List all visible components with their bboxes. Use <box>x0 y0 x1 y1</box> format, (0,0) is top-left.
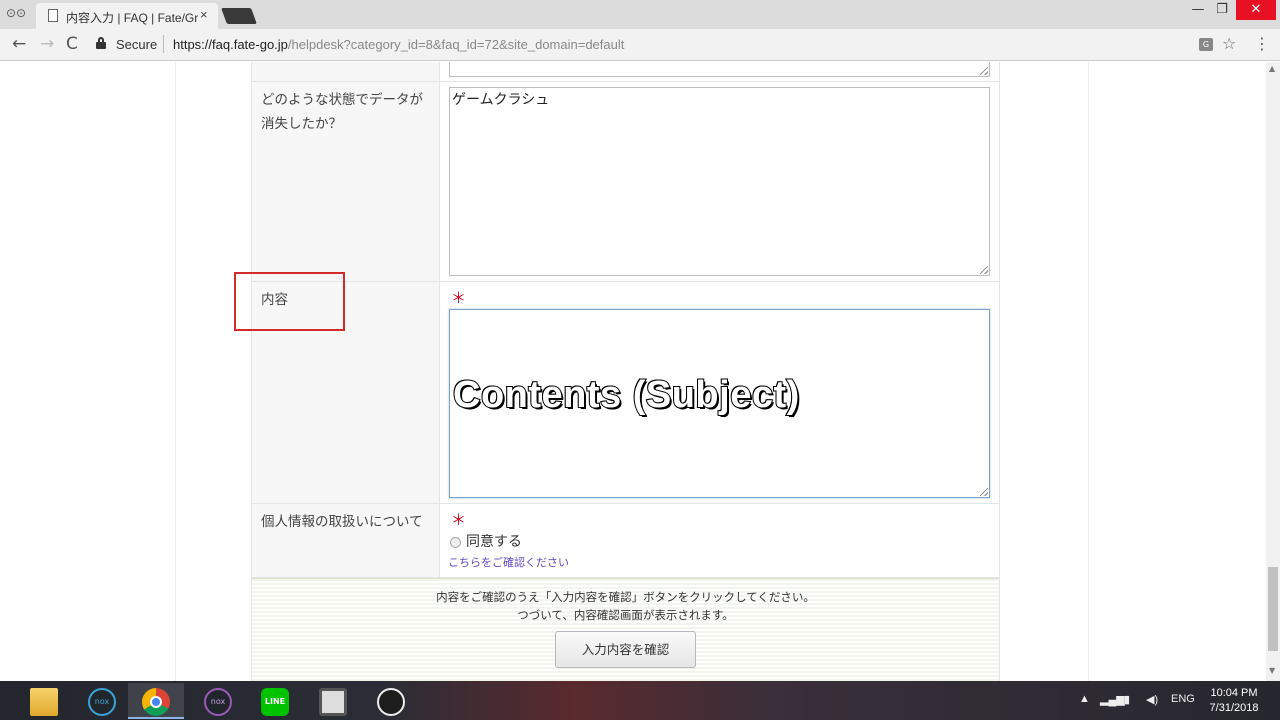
note-line-1: 内容をご確認のうえ「入力内容を確認」ボタンをクリックしてください。 <box>436 590 815 604</box>
resize-grip-icon[interactable] <box>980 266 988 274</box>
inquiry-form: どのような状態でデータが消失したか？ ゲームクラシュ 内容 ＊ 個人情報の取扱い… <box>251 62 1000 681</box>
page-viewport: どのような状態でデータが消失したか？ ゲームクラシュ 内容 ＊ 個人情報の取扱い… <box>0 62 1266 681</box>
agree-radio[interactable] <box>450 537 461 548</box>
lock-icon <box>96 37 106 49</box>
obs-icon <box>377 688 405 716</box>
line-icon: LINE <box>261 688 289 716</box>
secure-label[interactable]: Secure <box>116 37 157 52</box>
taskbar-obs[interactable] <box>363 683 419 719</box>
form-footer: 内容をご確認のうえ「入力内容を確認」ボタンをクリックしてください。 つづいて、内… <box>252 578 999 681</box>
url-separator <box>163 35 164 53</box>
note-line-2: つづいて、内容確認画面が表示されます。 <box>517 608 734 622</box>
taskbar-nox[interactable]: nox <box>74 683 130 719</box>
bookmark-star-icon[interactable]: ☆ <box>1222 34 1236 53</box>
network-icon[interactable]: ▂▄▆ <box>1100 693 1125 706</box>
page-gutter-left <box>175 62 176 681</box>
scroll-down-icon[interactable]: ▼ <box>1269 666 1275 675</box>
chrome-icon <box>142 688 170 716</box>
data-loss-textarea[interactable]: ゲームクラシュ <box>449 87 990 276</box>
privacy-confirm-link[interactable]: こちらをご確認ください <box>448 554 569 570</box>
privacy-label: 個人情報の取扱いについて <box>252 504 440 577</box>
close-window-button[interactable]: ✕ <box>1236 0 1276 20</box>
page-scrollbar[interactable]: ▲ ▼ <box>1266 62 1280 681</box>
battery-icon[interactable]: ▮ <box>1124 693 1130 706</box>
page-icon <box>48 9 58 22</box>
data-loss-label: どのような状態でデータが消失したか？ <box>252 82 440 281</box>
scrollbar-thumb[interactable] <box>1268 567 1278 651</box>
tab-close-icon[interactable]: × <box>200 7 208 22</box>
highlight-box <box>234 272 345 331</box>
nox-icon: nox <box>88 688 116 716</box>
taskbar-camera-app[interactable] <box>305 683 361 719</box>
url-host: https://faq.fate-go.jp <box>173 37 288 52</box>
confirm-input-button[interactable]: 入力内容を確認 <box>555 631 696 668</box>
address-bar[interactable]: https://faq.fate-go.jp/helpdesk?category… <box>173 37 624 52</box>
taskbar-file-explorer[interactable] <box>16 683 72 719</box>
back-arrow-icon[interactable]: ← <box>12 34 26 54</box>
maximize-button[interactable]: ❐ <box>1210 0 1234 20</box>
reload-icon[interactable]: C <box>66 34 78 54</box>
incognito-icon: ⊙⊙ <box>6 6 27 20</box>
tray-expand-icon[interactable]: ▲ <box>1079 693 1090 705</box>
volume-icon[interactable]: ◀) <box>1146 693 1158 706</box>
url-path: /helpdesk?category_id=8&faq_id=72&site_d… <box>287 37 625 52</box>
camera-icon <box>319 688 347 716</box>
form-label-previous <box>252 62 440 81</box>
translate-icon[interactable]: G <box>1199 38 1213 51</box>
taskbar-chrome[interactable] <box>128 683 184 719</box>
scroll-up-icon[interactable]: ▲ <box>1269 64 1275 73</box>
browser-titlebar: ⊙⊙ 内容入力 | FAQ | Fate/Gr × — ❐ ✕ <box>0 0 1280 29</box>
agree-label[interactable]: 同意する <box>466 531 522 551</box>
clock-date: 7/31/2018 <box>1209 702 1259 714</box>
system-clock[interactable]: 10:04 PM 7/31/2018 <box>1196 686 1272 716</box>
form-row-data-loss: どのような状態でデータが消失したか？ ゲームクラシュ <box>252 82 999 282</box>
forward-arrow-icon[interactable]: → <box>40 34 54 54</box>
language-indicator[interactable]: ENG <box>1171 693 1195 705</box>
overlay-caption: Contents (Subject) <box>452 373 800 417</box>
nox-multi-icon: nox <box>204 688 232 716</box>
folder-icon <box>30 688 58 716</box>
taskbar-line[interactable]: LINE <box>247 683 303 719</box>
browser-menu-icon[interactable]: ⋮ <box>1254 34 1270 53</box>
data-loss-value: ゲームクラシュ <box>452 92 550 108</box>
new-tab-button[interactable] <box>221 8 257 24</box>
required-mark: ＊ <box>451 289 467 307</box>
previous-textarea[interactable] <box>449 62 990 77</box>
browser-toolbar: ← → C Secure https://faq.fate-go.jp/help… <box>0 29 1280 61</box>
form-row-previous <box>252 62 999 82</box>
resize-grip-icon[interactable] <box>980 488 988 496</box>
required-mark: ＊ <box>451 511 467 529</box>
tab-title: 内容入力 | FAQ | Fate/Gr <box>66 11 198 25</box>
minimize-button[interactable]: — <box>1186 0 1210 20</box>
browser-tab[interactable]: 内容入力 | FAQ | Fate/Gr × <box>36 3 218 29</box>
clock-time: 10:04 PM <box>1210 687 1258 699</box>
windows-taskbar: nox nox LINE ▲ ▂▄▆ ▮ ◀) ENG 10:04 PM 7/3… <box>0 681 1280 720</box>
form-row-privacy: 個人情報の取扱いについて ＊ 同意する こちらをご確認ください <box>252 504 999 578</box>
taskbar-nox-multi[interactable]: nox <box>190 683 246 719</box>
resize-grip-icon[interactable] <box>980 67 988 75</box>
page-gutter-right <box>1088 62 1089 681</box>
